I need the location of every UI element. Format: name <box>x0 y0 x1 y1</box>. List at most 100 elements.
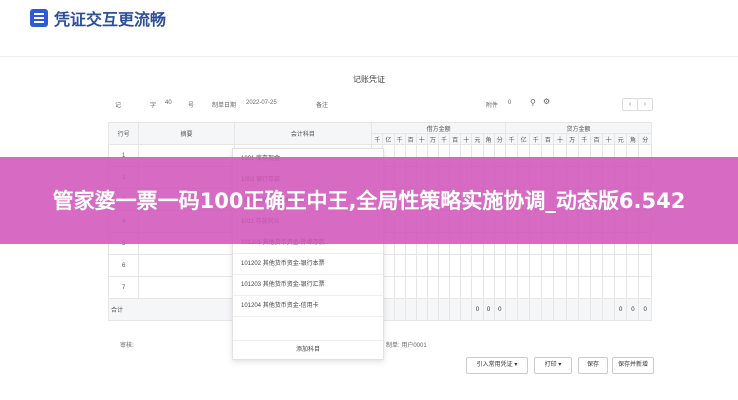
debit-digit-header: 千 <box>371 133 384 145</box>
credit-total-digit: 0 <box>626 298 640 321</box>
amount-cell[interactable] <box>437 276 451 299</box>
amount-cell[interactable] <box>517 276 531 299</box>
remark-label: 备注 <box>316 103 329 109</box>
debit-digit-header: 十 <box>415 133 428 145</box>
amount-cell[interactable] <box>482 254 495 277</box>
attachment-count[interactable]: 0 <box>508 100 511 106</box>
debit-digit-header: 角 <box>482 133 495 145</box>
amount-cell[interactable] <box>437 254 451 277</box>
amount-cell <box>404 298 417 321</box>
debit-digit-header: 千 <box>437 133 451 145</box>
amount-cell[interactable] <box>504 276 519 299</box>
credit-digit-header: 千 <box>529 133 543 145</box>
amount-cell[interactable] <box>493 254 506 277</box>
amount-cell[interactable] <box>504 254 519 277</box>
amount-cell[interactable] <box>529 254 543 277</box>
amount-cell <box>602 298 616 321</box>
amount-cell[interactable] <box>614 254 628 277</box>
amount-cell[interactable] <box>460 276 473 299</box>
credit-digit-header: 分 <box>638 133 652 145</box>
settings-icon[interactable]: ⚙ <box>543 97 550 106</box>
amount-cell[interactable] <box>404 254 417 277</box>
print-button[interactable]: 打印 ▾ <box>534 357 572 374</box>
debit-total-digit: 0 <box>482 298 495 321</box>
credit-total-digit: 0 <box>614 298 628 321</box>
number-label: 字 <box>150 103 157 109</box>
amount-cell[interactable] <box>602 276 616 299</box>
amount-cell[interactable] <box>460 254 473 277</box>
amount-cell <box>589 298 604 321</box>
voucher-word-select[interactable]: 记 <box>115 100 121 109</box>
save-and-new-button[interactable]: 保存并新增 <box>612 357 654 374</box>
amount-cell[interactable] <box>449 254 462 277</box>
add-account-button[interactable]: 添加科目 <box>233 340 383 359</box>
debit-total-digit: 0 <box>493 298 506 321</box>
row-number: 7 <box>107 276 140 299</box>
amount-cell[interactable] <box>638 276 652 299</box>
debit-digit-header: 千 <box>393 133 406 145</box>
account-option[interactable]: 101203 其他货币资金-银行汇票 <box>233 275 383 296</box>
amount-cell[interactable] <box>553 254 567 277</box>
credit-digit-header: 百 <box>541 133 555 145</box>
amount-cell <box>415 298 428 321</box>
amount-cell[interactable] <box>577 254 591 277</box>
debit-digit-header: 分 <box>493 133 506 145</box>
amount-cell[interactable] <box>529 276 543 299</box>
amount-cell[interactable] <box>426 276 440 299</box>
amount-cell[interactable] <box>415 276 428 299</box>
amount-cell[interactable] <box>626 254 640 277</box>
amount-cell[interactable] <box>541 254 555 277</box>
amount-cell[interactable] <box>382 276 395 299</box>
amount-cell[interactable] <box>426 254 440 277</box>
amount-cell[interactable] <box>638 254 652 277</box>
amount-cell[interactable] <box>614 276 628 299</box>
amount-cell[interactable] <box>393 254 406 277</box>
credit-digit-header: 千 <box>577 133 591 145</box>
credit-digit-header: 千 <box>504 133 519 145</box>
voucher-number-input[interactable]: 40 <box>165 100 172 106</box>
amount-cell[interactable] <box>626 276 640 299</box>
amount-cell[interactable] <box>493 276 506 299</box>
amount-cell[interactable] <box>541 276 555 299</box>
next-voucher-button[interactable]: › <box>637 98 653 111</box>
voucher-title: 记账凭证 <box>353 75 385 84</box>
debit-digit-header: 亿 <box>382 133 395 145</box>
prev-voucher-button[interactable]: ‹ <box>622 98 638 111</box>
paperclip-icon[interactable]: ⚲ <box>530 98 536 107</box>
summary-cell[interactable] <box>138 276 235 299</box>
save-button[interactable]: 保存 <box>578 357 608 374</box>
summary-cell[interactable] <box>138 254 235 277</box>
amount-cell[interactable] <box>517 254 531 277</box>
amount-cell[interactable] <box>471 254 484 277</box>
amount-cell[interactable] <box>382 254 395 277</box>
credit-digit-header: 元 <box>614 133 628 145</box>
amount-cell[interactable] <box>565 276 579 299</box>
amount-cell[interactable] <box>589 254 604 277</box>
col-credit: 贷方金额 <box>504 122 653 134</box>
amount-cell[interactable] <box>589 276 604 299</box>
amount-cell[interactable] <box>565 254 579 277</box>
amount-cell[interactable] <box>415 254 428 277</box>
account-option[interactable]: 101202 其他货币资金-银行本票 <box>233 254 383 275</box>
amount-cell[interactable] <box>602 254 616 277</box>
amount-cell[interactable] <box>449 276 462 299</box>
amount-cell[interactable] <box>393 276 406 299</box>
date-input[interactable]: 2022-07-25 <box>246 100 277 106</box>
amount-cell[interactable] <box>404 276 417 299</box>
amount-cell <box>449 298 462 321</box>
account-option[interactable]: 101204 其他货币资金-信用卡 <box>233 296 383 317</box>
debit-total-digit: 0 <box>471 298 484 321</box>
amount-cell <box>541 298 555 321</box>
app-logo-icon <box>30 9 48 27</box>
divider <box>0 56 738 57</box>
amount-cell <box>504 298 519 321</box>
banner-text: 管家婆一票一码100正确王中王,全局性策略实施协调_动态版6.542 <box>52 188 686 213</box>
amount-cell[interactable] <box>577 276 591 299</box>
import-template-button[interactable]: 引入常用凭证 ▾ <box>466 357 528 374</box>
debit-digit-header: 十 <box>460 133 473 145</box>
debit-digit-header: 百 <box>404 133 417 145</box>
debit-digit-header: 万 <box>426 133 440 145</box>
amount-cell[interactable] <box>482 276 495 299</box>
amount-cell[interactable] <box>553 276 567 299</box>
amount-cell[interactable] <box>471 276 484 299</box>
